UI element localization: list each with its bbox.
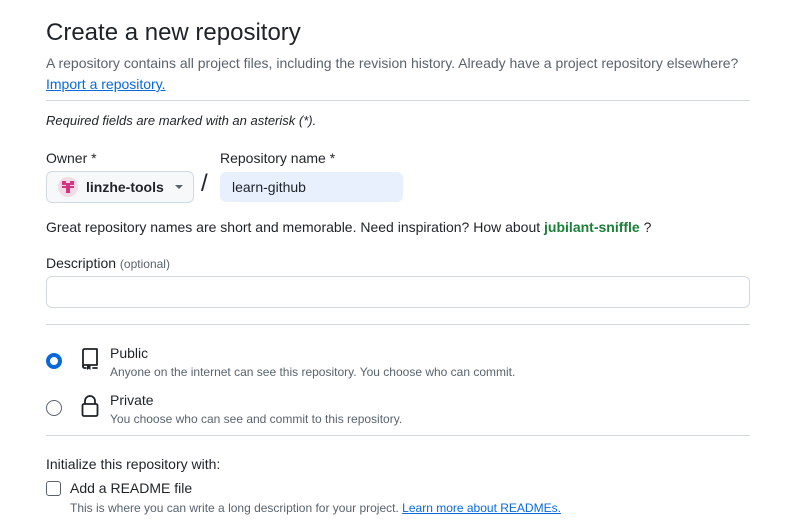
owner-avatar: [58, 177, 78, 197]
hint-suffix: ?: [639, 219, 652, 235]
private-title: Private: [110, 392, 154, 408]
repo-icon: [82, 348, 98, 370]
page-subtitle: A repository contains all project files,…: [46, 53, 766, 95]
readme-desc-text: This is where you can write a long descr…: [70, 501, 399, 515]
repository-name-input[interactable]: [220, 172, 403, 202]
add-readme-checkbox[interactable]: [46, 481, 61, 496]
identicon-avatar-icon: [62, 181, 74, 193]
repository-name-label: Repository name *: [220, 150, 336, 166]
chevron-down-icon: [175, 185, 183, 189]
public-description: Anyone on the internet can see this repo…: [110, 365, 516, 379]
divider: [46, 100, 750, 101]
public-title: Public: [110, 345, 149, 361]
readme-description: This is where you can write a long descr…: [70, 501, 561, 515]
description-input[interactable]: [46, 276, 750, 308]
import-repository-link[interactable]: Import a repository.: [46, 76, 166, 92]
description-label: Description (optional): [46, 255, 170, 271]
page-title: Create a new repository: [46, 19, 301, 46]
required-fields-note: Required fields are marked with an aster…: [46, 113, 317, 128]
optional-tag: (optional): [119, 257, 170, 271]
name-suggestion[interactable]: jubilant-sniffle: [544, 219, 640, 235]
owner-repo-separator: /: [201, 170, 208, 197]
repository-name-hint: Great repository names are short and mem…: [46, 219, 651, 235]
owner-dropdown[interactable]: linzhe-tools: [46, 171, 194, 203]
description-label-text: Description: [46, 255, 117, 271]
owner-name: linzhe-tools: [86, 179, 164, 195]
private-description: You choose who can see and commit to thi…: [110, 412, 403, 426]
subtitle-text: A repository contains all project files,…: [46, 55, 739, 71]
hint-text: Great repository names are short and mem…: [46, 219, 545, 235]
owner-label: Owner *: [46, 150, 97, 166]
divider: [46, 324, 750, 325]
lock-icon: [81, 395, 99, 417]
learn-more-readmes-link[interactable]: Learn more about READMEs.: [402, 501, 561, 515]
public-radio[interactable]: [46, 353, 62, 369]
divider: [46, 435, 750, 436]
add-readme-label[interactable]: Add a README file: [70, 480, 192, 496]
initialize-title: Initialize this repository with:: [46, 456, 221, 472]
private-radio[interactable]: [46, 400, 62, 416]
